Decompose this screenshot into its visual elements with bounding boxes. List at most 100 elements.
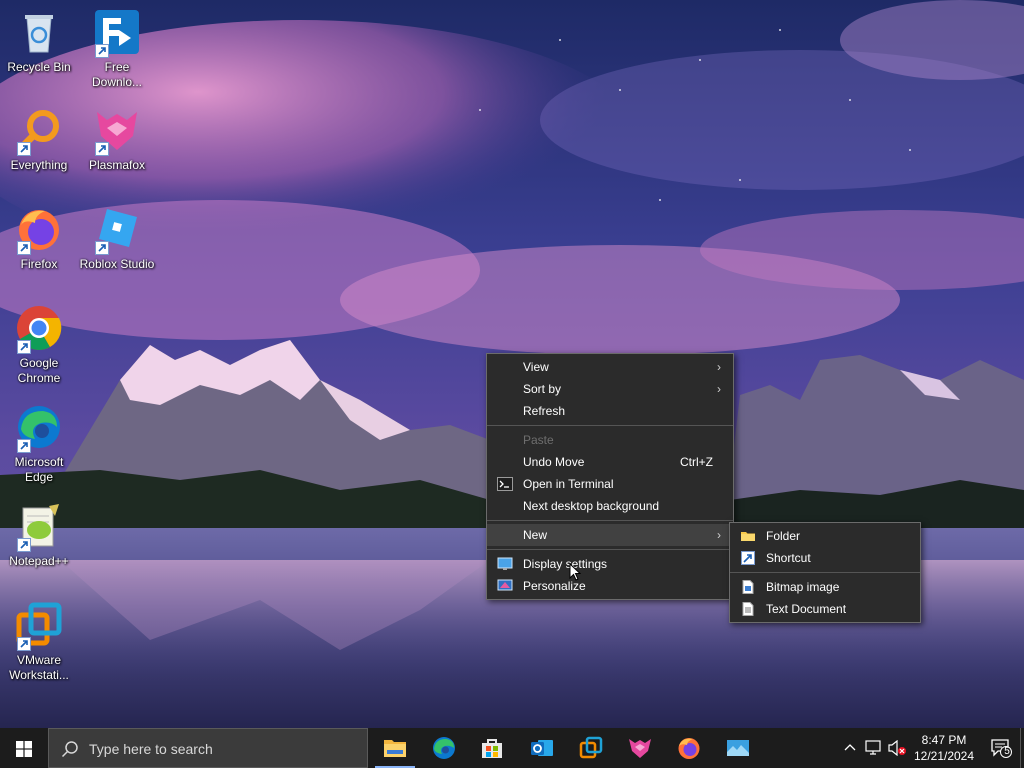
menu-item-undo-move[interactable]: Undo Move Ctrl+Z (487, 451, 733, 473)
menu-item-personalize[interactable]: Personalize (487, 575, 733, 597)
action-center-button[interactable]: 5 (980, 728, 1024, 768)
outlook-icon (531, 740, 553, 756)
menu-item-label: Shortcut (766, 551, 811, 565)
menu-item-label: Text Document (766, 602, 847, 616)
menu-item-label: Sort by (523, 382, 562, 396)
menu-item-open-in-terminal[interactable]: Open in Terminal (487, 473, 733, 495)
desktop-icon-everything[interactable]: Everything (0, 106, 78, 173)
volume-button[interactable] (886, 728, 908, 768)
shortcut-overlay-icon (17, 340, 31, 354)
show-hidden-icons-button[interactable] (842, 728, 858, 768)
desktop-icon-label: Roblox Studio (79, 257, 155, 271)
taskbar-app-edge[interactable] (420, 728, 468, 768)
desktop-icon-label: Microsoft Edge (14, 455, 64, 484)
start-button[interactable] (0, 728, 48, 768)
taskbar-search-box[interactable]: Type here to search (48, 728, 368, 768)
menu-item-paste[interactable]: Paste (487, 429, 733, 451)
menu-item-next-desktop-background[interactable]: Next desktop background (487, 495, 733, 517)
windows-logo-icon (16, 741, 32, 757)
menu-separator (487, 425, 733, 426)
submenu-item-folder[interactable]: Folder (730, 525, 920, 547)
menu-item-label: Undo Move (523, 455, 585, 469)
chevron-up-icon (844, 744, 856, 751)
shortcut-overlay-icon (95, 142, 109, 156)
taskbar-app-photos[interactable] (714, 728, 762, 768)
taskbar-app-vmware[interactable] (567, 728, 615, 768)
desktop-icon-label: Recycle Bin (7, 60, 71, 74)
desktop-icon-recycle-bin[interactable]: Recycle Bin (0, 8, 78, 75)
taskbar-app-plasmafox[interactable] (616, 728, 664, 768)
desktop-icon-label: Notepad++ (9, 554, 69, 568)
menu-item-label: New (523, 528, 548, 542)
menu-item-label: Open in Terminal (523, 477, 614, 491)
volume-muted-icon (888, 740, 906, 756)
submenu-item-shortcut[interactable]: Shortcut (730, 547, 920, 569)
submenu-item-bitmap-image[interactable]: Bitmap image (730, 576, 920, 598)
menu-item-label: Refresh (523, 404, 566, 418)
edge-icon (15, 403, 63, 453)
text-document-icon (740, 602, 756, 616)
menu-item-shortcut: Ctrl+Z (680, 455, 713, 469)
taskbar-app-firefox[interactable] (665, 728, 713, 768)
shortcut-overlay-icon (17, 637, 31, 651)
menu-item-label: Paste (523, 433, 554, 447)
bitmap-image-icon (740, 580, 756, 594)
chevron-right-icon: › (717, 360, 721, 374)
firefox-icon (15, 205, 63, 255)
menu-separator (487, 549, 733, 550)
show-desktop-button[interactable] (1020, 728, 1024, 768)
folder-icon (740, 529, 756, 543)
desktop-context-menu: View › Sort by › Refresh Paste Undo Move… (486, 353, 734, 600)
microsoft-store-icon (482, 739, 502, 758)
desktop-icon-label: Google Chrome (17, 356, 61, 385)
network-status-button[interactable] (862, 728, 886, 768)
photos-icon (727, 740, 749, 756)
shortcut-overlay-icon (17, 241, 31, 255)
desktop-icon-firefox[interactable]: Firefox (0, 205, 78, 272)
desktop-icon-free-download-manager[interactable]: Free Downlo... (78, 8, 156, 90)
search-placeholder: Type here to search (89, 741, 213, 757)
search-icon (61, 741, 78, 758)
menu-item-new[interactable]: New › (487, 524, 733, 546)
menu-item-label: Folder (766, 529, 801, 543)
menu-item-label: View (523, 360, 549, 374)
chevron-right-icon: › (717, 528, 721, 542)
mouse-pointer-icon (569, 562, 582, 581)
taskbar-clock[interactable]: 8:47 PM 12/21/2024 (908, 732, 980, 764)
personalize-icon (497, 579, 513, 593)
desktop-icon-label: Plasmafox (88, 158, 146, 172)
shortcut-overlay-icon (17, 142, 31, 156)
shortcut-overlay-icon (17, 538, 31, 552)
menu-item-label: Personalize (523, 579, 586, 593)
desktop-icon-plasmafox[interactable]: Plasmafox (78, 106, 156, 173)
firefox-icon (678, 738, 700, 759)
menu-separator (730, 572, 920, 573)
taskbar-app-file-explorer[interactable] (371, 728, 419, 768)
menu-separator (487, 520, 733, 521)
shortcut-overlay-icon (95, 241, 109, 255)
roblox-studio-icon (93, 205, 141, 255)
shortcut-overlay-icon (95, 44, 109, 58)
desktop-icon-roblox-studio[interactable]: Roblox Studio (78, 205, 156, 272)
menu-item-label: Bitmap image (766, 580, 840, 594)
menu-item-display-settings[interactable]: Display settings (487, 553, 733, 575)
chevron-right-icon: › (717, 382, 721, 396)
notepad-plus-plus-icon (15, 502, 63, 552)
desktop-icon-google-chrome[interactable]: Google Chrome (0, 304, 78, 386)
menu-item-label: Display settings (523, 557, 608, 571)
desktop-icon-label: Everything (10, 158, 68, 172)
network-icon (865, 740, 881, 755)
desktop-icon-label: VMware Workstati... (9, 653, 69, 682)
menu-item-sort-by[interactable]: Sort by › (487, 378, 733, 400)
desktop-icon-label: Firefox (20, 257, 58, 271)
taskbar-app-microsoft-store[interactable] (468, 728, 516, 768)
menu-item-view[interactable]: View › (487, 356, 733, 378)
menu-item-refresh[interactable]: Refresh (487, 400, 733, 422)
desktop-icon-vmware-workstation[interactable]: VMware Workstati... (0, 601, 78, 683)
taskbar-app-outlook[interactable] (518, 728, 566, 768)
desktop-icon-microsoft-edge[interactable]: Microsoft Edge (0, 403, 78, 485)
desktop-icon-notepad-plus-plus[interactable]: Notepad++ (0, 502, 78, 569)
submenu-item-text-document[interactable]: Text Document (730, 598, 920, 620)
notification-count-badge: 5 (1004, 746, 1010, 757)
vmware-workstation-icon (15, 601, 63, 651)
